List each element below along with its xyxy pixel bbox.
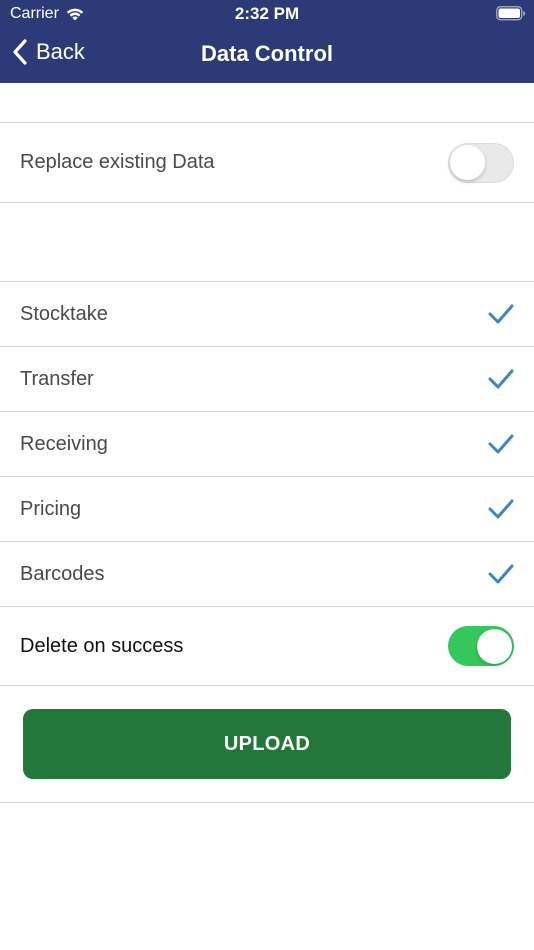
list-item-label: Barcodes — [20, 562, 105, 585]
checkmark-icon — [488, 369, 514, 389]
checkmark-icon — [488, 304, 514, 324]
list-item-label: Pricing — [20, 497, 82, 520]
list-item-label: Stocktake — [20, 302, 108, 325]
checkmark-icon — [488, 499, 514, 519]
upload-button[interactable]: UPLOAD — [23, 709, 511, 779]
delete-on-success-row: Delete on success — [0, 607, 534, 685]
status-time: 2:32 PM — [234, 4, 300, 23]
page-title: Data Control — [201, 41, 333, 66]
checkmark-icon — [488, 434, 514, 454]
divider — [0, 685, 534, 686]
list-item-stocktake[interactable]: Stocktake — [0, 282, 534, 346]
battery-icon — [496, 6, 525, 21]
checkmark-icon — [488, 564, 514, 584]
delete-on-success-toggle[interactable] — [448, 626, 514, 666]
list-item-label: Transfer — [20, 367, 94, 390]
toggle-knob — [450, 144, 485, 180]
list-item-transfer[interactable]: Transfer — [0, 347, 534, 411]
replace-existing-data-toggle[interactable] — [448, 142, 514, 183]
navigation-header: Carrier 2:32 PM Back Data Control — [0, 0, 534, 83]
nav-bar: Back Data Control — [0, 30, 534, 80]
replace-existing-data-label: Replace existing Data — [20, 151, 215, 173]
delete-on-success-label: Delete on success — [20, 634, 184, 657]
list-item-barcodes[interactable]: Barcodes — [0, 542, 534, 606]
divider — [0, 802, 534, 803]
list-item-receiving[interactable]: Receiving — [0, 412, 534, 476]
list-item-label: Receiving — [20, 432, 108, 455]
list-item-pricing[interactable]: Pricing — [0, 477, 534, 541]
status-bar: Carrier 2:32 PM — [0, 0, 534, 28]
replace-existing-data-row: Replace existing Data — [0, 123, 534, 202]
toggle-knob — [477, 628, 512, 664]
divider — [0, 202, 534, 203]
